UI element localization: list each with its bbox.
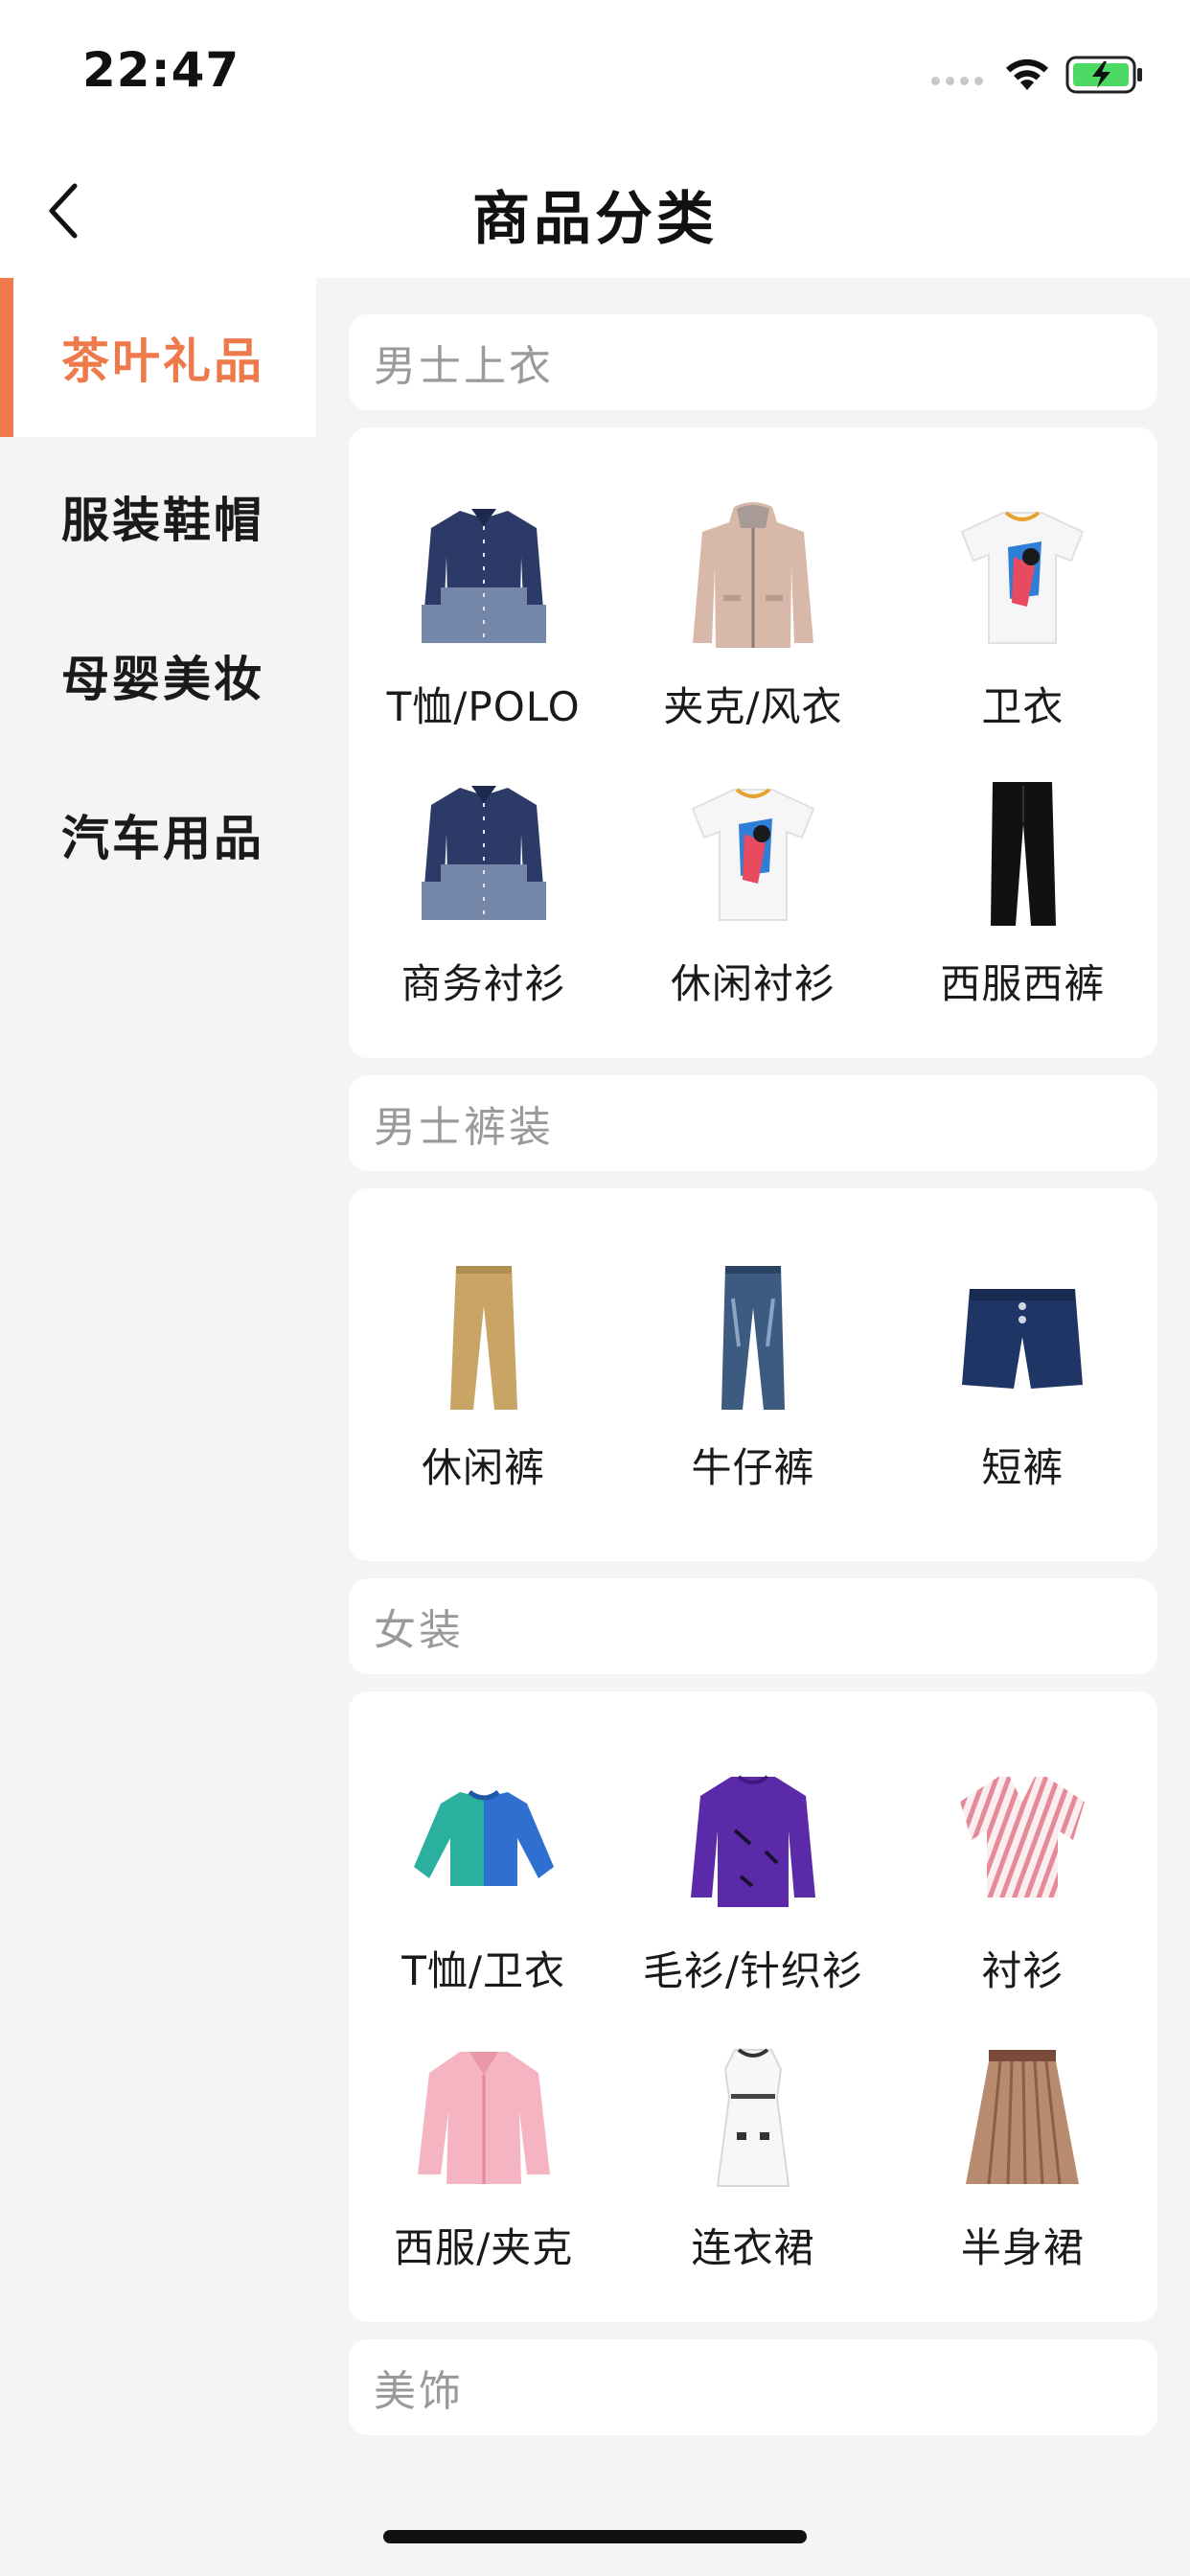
product-tile[interactable]: 短裤 xyxy=(888,1255,1157,1494)
printed-tee-icon xyxy=(672,771,835,934)
section-grid-mens-tops: T恤/POLO 夹克/风衣 卫衣 商务衬衫 休闲衬衫 西服西裤 xyxy=(349,427,1157,1058)
product-label: 牛仔裤 xyxy=(691,1444,815,1491)
product-label: 西服西裤 xyxy=(940,960,1106,1007)
wifi-icon xyxy=(1002,54,1052,96)
section-header-accessories: 美饰 xyxy=(349,2339,1157,2435)
product-tile[interactable]: T恤/POLO xyxy=(349,494,618,733)
product-tile[interactable]: 衬衫 xyxy=(888,1759,1157,1997)
cellular-signal-icon xyxy=(931,77,983,85)
two-tone-shirt-icon xyxy=(402,771,565,934)
product-tile[interactable]: 休闲衬衫 xyxy=(618,771,887,1010)
product-tile[interactable]: 牛仔裤 xyxy=(618,1255,887,1494)
colorblock-sweatshirt-icon xyxy=(402,1759,565,1921)
product-label: 衬衫 xyxy=(981,1947,1064,1994)
two-tone-shirt-icon xyxy=(402,494,565,657)
product-label: 休闲裤 xyxy=(422,1444,546,1491)
product-tile[interactable]: 卫衣 xyxy=(888,494,1157,733)
category-content: 男士上衣 T恤/POLO 夹克/风衣 卫衣 商务衬衫 休闲衬衫 西服西裤 男士裤… xyxy=(316,278,1190,2576)
product-tile[interactable]: T恤/卫衣 xyxy=(349,1759,618,1997)
product-label: 商务衬衫 xyxy=(400,960,566,1007)
striped-blouse-icon xyxy=(941,1759,1104,1921)
battery-charging-icon xyxy=(1065,56,1144,98)
printed-tee-icon xyxy=(941,494,1104,657)
product-label: 夹克/风衣 xyxy=(663,683,843,730)
purple-sweater-icon xyxy=(672,1759,835,1921)
sidebar-item-auto[interactable]: 汽车用品 xyxy=(0,755,316,914)
section-grid-womens: T恤/卫衣 毛衫/针织衫 衬衫 西服/夹克 连衣裙 半身裙 xyxy=(349,1691,1157,2322)
status-bar: 22:47 xyxy=(0,0,1190,144)
section-grid-mens-pants: 休闲裤 牛仔裤 短裤 xyxy=(349,1188,1157,1561)
category-sidebar: 茶叶礼品 服装鞋帽 母婴美妆 汽车用品 xyxy=(0,278,316,2576)
sidebar-item-apparel[interactable]: 服装鞋帽 xyxy=(0,437,316,596)
black-trousers-icon xyxy=(941,771,1104,934)
product-label: 卫衣 xyxy=(981,683,1064,730)
navigation-bar: 商品分类 xyxy=(0,144,1190,278)
pleated-skirt-icon xyxy=(941,2036,1104,2198)
product-tile[interactable]: 连衣裙 xyxy=(618,2036,887,2274)
shorts-icon xyxy=(941,1255,1104,1418)
product-label: 半身裙 xyxy=(960,2224,1085,2271)
product-tile[interactable]: 半身裙 xyxy=(888,2036,1157,2274)
home-indicator[interactable] xyxy=(383,2530,807,2543)
product-label: 连衣裙 xyxy=(691,2224,815,2271)
status-time: 22:47 xyxy=(82,42,240,98)
section-header-mens-pants: 男士裤装 xyxy=(349,1075,1157,1171)
product-label: T恤/POLO xyxy=(386,683,581,730)
section-header-mens-tops: 男士上衣 xyxy=(349,314,1157,410)
product-label: 西服/夹克 xyxy=(394,2224,574,2271)
khaki-pants-icon xyxy=(402,1255,565,1418)
page-title: 商品分类 xyxy=(472,186,718,253)
product-tile[interactable]: 西服/夹克 xyxy=(349,2036,618,2274)
section-header-womens: 女装 xyxy=(349,1578,1157,1674)
sidebar-item-tea-gifts[interactable]: 茶叶礼品 xyxy=(0,278,316,437)
product-tile[interactable]: 毛衫/针织衫 xyxy=(618,1759,887,1997)
product-label: 毛衫/针织衫 xyxy=(642,1947,864,1994)
sidebar-item-baby-beauty[interactable]: 母婴美妆 xyxy=(0,596,316,755)
product-label: 短裤 xyxy=(981,1444,1064,1491)
product-tile[interactable]: 休闲裤 xyxy=(349,1255,618,1494)
white-dress-icon xyxy=(672,2036,835,2198)
jeans-icon xyxy=(672,1255,835,1418)
product-tile[interactable]: 商务衬衫 xyxy=(349,771,618,1010)
hooded-coat-icon xyxy=(672,494,835,657)
product-tile[interactable]: 西服西裤 xyxy=(888,771,1157,1010)
pink-jacket-icon xyxy=(402,2036,565,2198)
product-tile[interactable]: 夹克/风衣 xyxy=(618,494,887,733)
product-label: T恤/卫衣 xyxy=(401,1947,566,1994)
product-label: 休闲衬衫 xyxy=(670,960,835,1007)
